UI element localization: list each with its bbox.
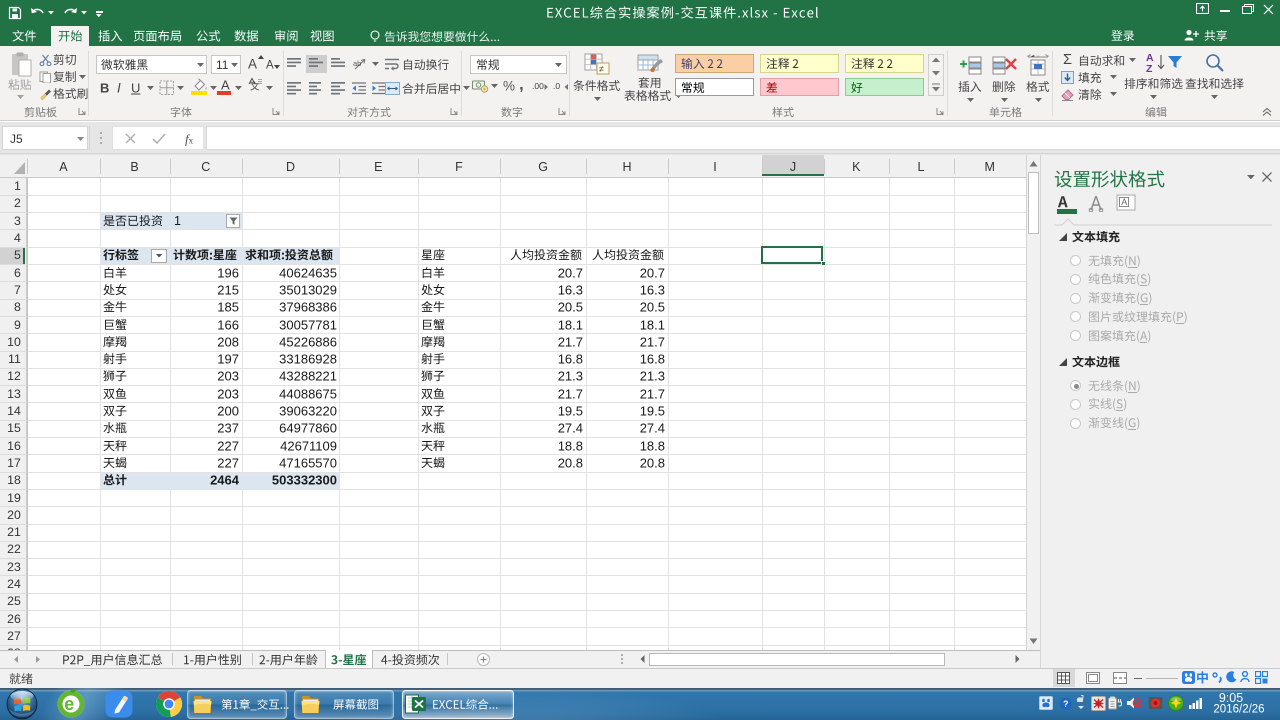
svg-text:≠: ≠ [599, 64, 604, 74]
svg-text:A: A [1121, 197, 1127, 207]
svg-text:.0: .0 [553, 81, 560, 91]
svg-text:e: e [64, 694, 74, 714]
svg-text:?: ? [1063, 699, 1069, 709]
svg-text:ab: ab [353, 59, 361, 68]
svg-text:.00: .00 [532, 81, 544, 91]
